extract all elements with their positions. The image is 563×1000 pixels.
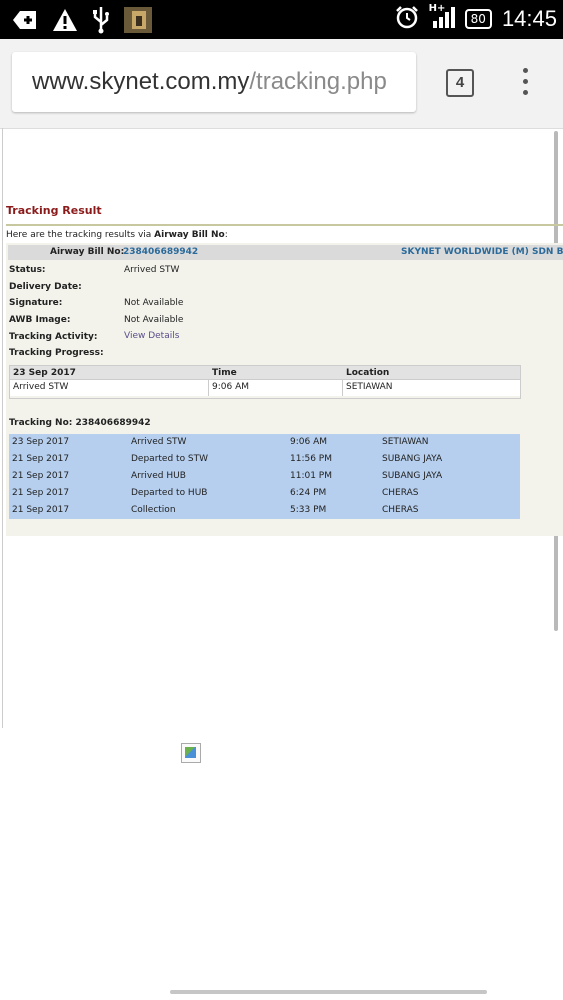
intro-text: Here are the tracking results via Airway… — [6, 230, 563, 240]
clock: 14:45 — [501, 6, 557, 31]
history-time: 11:01 PM — [290, 471, 332, 481]
table-row: 21 Sep 2017 Departed to STW 11:56 PM SUB… — [9, 451, 520, 468]
horizontal-scrollbar[interactable] — [170, 990, 487, 994]
history-table: 23 Sep 2017 Arrived STW 9:06 AM SETIAWAN… — [9, 434, 520, 519]
history-date: 21 Sep 2017 — [12, 454, 70, 464]
progress-header-row: 23 Sep 2017 Time Location — [10, 366, 520, 379]
usb-icon — [92, 6, 110, 38]
table-row: 21 Sep 2017 Arrived HUB 11:01 PM SUBANG … — [9, 468, 520, 485]
history-time: 9:06 AM — [290, 437, 327, 447]
history-event: Arrived HUB — [131, 471, 186, 481]
add-box-icon — [12, 9, 38, 35]
warning-icon — [52, 8, 78, 36]
history-event: Departed to HUB — [131, 488, 208, 498]
company-name: SKYNET WORLDWIDE (M) SDN BHD — [401, 247, 563, 257]
history-date: 21 Sep 2017 — [12, 488, 70, 498]
address-bar[interactable]: www.skynet.com.my/tracking.php — [12, 52, 416, 112]
history-location: CHERAS — [382, 488, 419, 498]
view-details-link[interactable]: View Details — [124, 331, 179, 341]
history-location: SUBANG JAYA — [382, 471, 443, 481]
signature-value: Not Available — [124, 298, 184, 308]
signal-icon: H+ — [428, 3, 455, 33]
progress-header-date: 23 Sep 2017 — [13, 368, 76, 378]
history-date: 23 Sep 2017 — [12, 437, 70, 447]
status-value: Arrived STW — [124, 265, 180, 275]
awb-image-label: AWB Image: — [9, 315, 71, 325]
progress-header-location: Location — [346, 368, 390, 378]
url-domain: www.skynet.com.my — [32, 68, 250, 95]
history-time: 11:56 PM — [290, 454, 332, 464]
battery-indicator: 80 — [464, 9, 492, 29]
awb-number: 238406689942 — [123, 247, 199, 257]
progress-time: 9:06 AM — [212, 382, 249, 392]
url-path: /tracking.php — [249, 68, 387, 95]
title-divider — [6, 224, 563, 226]
browser-toolbar: www.skynet.com.my/tracking.php 4 — [0, 39, 563, 129]
page-title: Tracking Result — [6, 204, 102, 217]
progress-header-time: Time — [212, 368, 237, 378]
status-bar: H+ 80 14:45 — [0, 0, 563, 39]
tracking-number-heading: Tracking No: 238406689942 — [9, 418, 151, 428]
intro-bold: Airway Bill No — [154, 230, 225, 240]
awb-image-value: Not Available — [124, 315, 184, 325]
app-thumbnail-icon — [124, 7, 152, 37]
tracking-content: Tracking Result Here are the tracking re… — [6, 202, 563, 536]
page-border — [2, 128, 3, 728]
history-event: Arrived STW — [131, 437, 187, 447]
url-text: www.skynet.com.my/tracking.php — [32, 68, 387, 96]
broken-image-icon — [181, 743, 201, 763]
tracking-activity-label: Tracking Activity: — [9, 332, 98, 342]
table-row: 21 Sep 2017 Departed to HUB 6:24 PM CHER… — [9, 485, 520, 502]
status-label: Status: — [9, 265, 46, 275]
awb-header-row: Airway Bill No: 238406689942 SKYNET WORL… — [8, 245, 563, 260]
result-panel: Airway Bill No: 238406689942 SKYNET WORL… — [6, 243, 563, 536]
awb-label: Airway Bill No: — [50, 247, 125, 257]
history-location: CHERAS — [382, 505, 419, 515]
alarm-icon — [395, 5, 419, 33]
history-event: Collection — [131, 505, 176, 515]
delivery-date-label: Delivery Date: — [9, 282, 82, 292]
tracking-progress-label: Tracking Progress: — [9, 348, 104, 358]
web-page: Tracking Result Here are the tracking re… — [0, 128, 563, 1000]
intro-prefix: Here are the tracking results via — [6, 230, 155, 240]
history-location: SETIAWAN — [382, 437, 429, 447]
tab-switcher-button[interactable]: 4 — [446, 69, 474, 97]
history-time: 6:24 PM — [290, 488, 327, 498]
progress-event: Arrived STW — [13, 382, 69, 392]
progress-row: Arrived STW 9:06 AM SETIAWAN — [10, 379, 520, 396]
network-type-label: H+ — [428, 3, 446, 14]
intro-suffix: : — [224, 230, 228, 240]
overflow-menu-icon[interactable] — [523, 68, 531, 101]
history-event: Departed to STW — [131, 454, 209, 464]
table-row: 21 Sep 2017 Collection 5:33 PM CHERAS — [9, 502, 520, 519]
history-date: 21 Sep 2017 — [12, 471, 70, 481]
history-time: 5:33 PM — [290, 505, 327, 515]
history-location: SUBANG JAYA — [382, 454, 443, 464]
progress-location: SETIAWAN — [346, 382, 393, 392]
table-row: 23 Sep 2017 Arrived STW 9:06 AM SETIAWAN — [9, 434, 520, 451]
progress-table: 23 Sep 2017 Time Location Arrived STW 9:… — [9, 365, 521, 399]
signature-label: Signature: — [9, 298, 63, 308]
history-date: 21 Sep 2017 — [12, 505, 70, 515]
